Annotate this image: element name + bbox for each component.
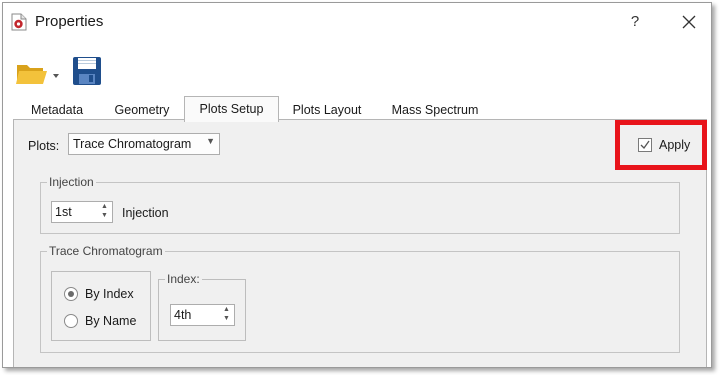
radio-selected-dot [68, 291, 74, 297]
index-group-title: Index: [165, 272, 202, 286]
app-document-icon [11, 13, 27, 31]
injection-group: Injection 1st ▲ ▼ Injection [40, 175, 680, 234]
injection-group-title: Injection [47, 175, 96, 189]
properties-dialog: Properties ? Metadata Geometry Plots Set… [2, 2, 712, 368]
checkmark-icon [640, 140, 650, 150]
folder-open-icon [16, 65, 59, 84]
by-index-label: By Index [85, 287, 134, 301]
index-value: 4th [174, 308, 192, 322]
plots-select[interactable]: Trace Chromatogram ▼ [68, 133, 220, 155]
spin-up-icon[interactable]: ▲ [223, 306, 230, 314]
by-name-label: By Name [85, 314, 137, 328]
injection-suffix-label: Injection [122, 206, 169, 220]
apply-checkbox[interactable] [638, 138, 652, 152]
by-index-radio[interactable] [64, 287, 78, 301]
injection-spinbox[interactable]: 1st ▲ ▼ [51, 201, 113, 223]
spin-up-icon[interactable]: ▲ [101, 203, 108, 211]
apply-highlight: Apply [615, 120, 707, 170]
close-icon [682, 15, 696, 29]
injection-value: 1st [55, 205, 72, 219]
spin-down-icon[interactable]: ▼ [223, 315, 230, 323]
plots-label: Plots: [28, 139, 60, 153]
tab-geometry[interactable]: Geometry [105, 99, 179, 121]
index-spinbox[interactable]: 4th ▲ ▼ [170, 304, 235, 326]
spinbox-arrows: ▲ ▼ [100, 202, 110, 222]
title-bar: Properties ? [3, 3, 711, 39]
help-button[interactable]: ? [625, 11, 645, 33]
floppy-disk-icon [73, 57, 101, 85]
tab-plots-layout[interactable]: Plots Layout [285, 99, 369, 121]
trace-chromatogram-group: Trace Chromatogram By Index By Name Inde… [40, 244, 680, 353]
apply-label: Apply [659, 138, 691, 152]
trace-mode-group: By Index By Name [51, 271, 151, 341]
index-group: Index: 4th ▲ ▼ [158, 272, 246, 341]
save-button[interactable] [71, 55, 103, 87]
spin-down-icon[interactable]: ▼ [101, 212, 108, 220]
chevron-down-icon: ▼ [206, 136, 215, 146]
tab-plots-setup[interactable]: Plots Setup [184, 96, 279, 122]
by-name-radio[interactable] [64, 314, 78, 328]
plots-select-value: Trace Chromatogram [73, 137, 192, 151]
tab-metadata[interactable]: Metadata [19, 99, 95, 121]
toolbar [3, 51, 203, 91]
close-button[interactable] [677, 11, 701, 33]
window-title: Properties [35, 13, 104, 30]
plots-setup-panel: Plots: Trace Chromatogram ▼ Apply Inject… [13, 119, 707, 367]
spinbox-arrows: ▲ ▼ [222, 305, 232, 325]
tab-bar: Metadata Geometry Plots Setup Plots Layo… [15, 96, 515, 122]
open-file-button[interactable] [15, 59, 65, 87]
tab-mass-spectrum[interactable]: Mass Spectrum [379, 99, 491, 121]
trace-group-title: Trace Chromatogram [47, 244, 165, 258]
